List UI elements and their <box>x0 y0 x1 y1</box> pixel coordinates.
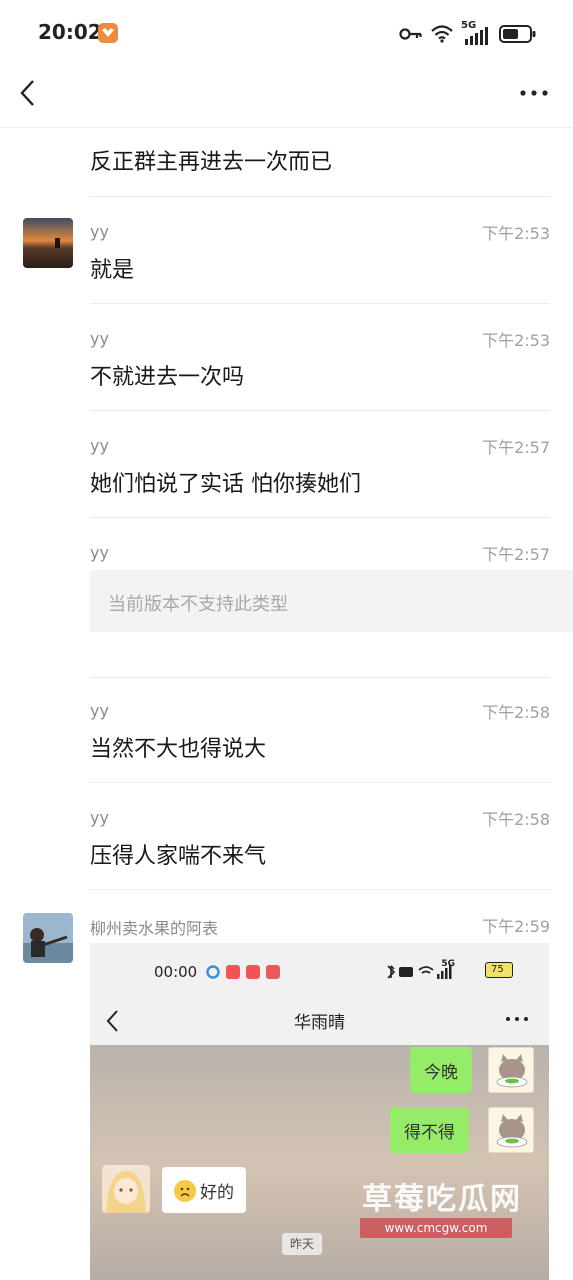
image-anime-avatar <box>102 1165 150 1213</box>
message-item[interactable]: yy 下午2:53 就是 <box>0 198 573 305</box>
back-button[interactable] <box>14 78 44 108</box>
image-date-chip: 昨天 <box>282 1233 323 1255</box>
image-battery: 75 <box>485 962 513 978</box>
image-bubble-left: 好的 <box>162 1167 246 1213</box>
app-icons <box>206 965 280 979</box>
unsupported-message-text: 当前版本不支持此类型 <box>108 594 288 615</box>
chevron-left-icon <box>20 80 34 106</box>
message-item[interactable]: yy 下午2:57 当前版本不支持此类型 <box>0 519 573 679</box>
sender-name: yy <box>90 222 109 241</box>
message-divider <box>90 410 550 411</box>
message-time: 下午2:57 <box>482 438 550 457</box>
image-nav-bar: 华雨晴 <box>90 997 549 1045</box>
message-text: 她们怕说了实话 怕你揍她们 <box>90 472 361 497</box>
status-time: 20:02 <box>38 20 102 44</box>
status-icons: 5G <box>399 20 537 46</box>
sender-name: yy <box>90 543 109 562</box>
more-dots-icon <box>520 90 548 96</box>
message-time: 下午2:59 <box>482 917 550 936</box>
image-status-time: 00:00 <box>154 963 198 981</box>
sender-name: yy <box>90 808 109 827</box>
wifi-icon <box>431 25 453 43</box>
message-text: 就是 <box>90 258 135 283</box>
sender-name: yy <box>90 436 109 455</box>
message-text: 不就进去一次吗 <box>90 365 245 390</box>
key-icon <box>399 28 422 40</box>
message-item[interactable]: yy 下午2:58 当然不大也得说大 <box>0 677 573 784</box>
status-bar: 20:02 5G <box>0 0 573 66</box>
message-text: 压得人家喘不来气 <box>90 844 267 869</box>
image-signal-label: 5G <box>441 959 455 969</box>
image-bubble-right: 得不得 <box>390 1107 469 1153</box>
unsupported-message-card[interactable]: 当前版本不支持此类型 <box>90 570 573 632</box>
cat-sticker-avatar <box>488 1047 534 1093</box>
image-chat-area: 今晚 得不得 好的 昨天 <box>90 1045 549 1280</box>
message-time: 下午2:58 <box>482 703 550 722</box>
message-text: 反正群主再进去一次而已 <box>90 150 333 175</box>
message-time: 下午2:58 <box>482 810 550 829</box>
message-divider <box>90 782 550 783</box>
message-time: 下午2:53 <box>482 224 550 243</box>
more-dots-icon <box>506 1017 528 1021</box>
image-status-bar: 00:00 5G 75 <box>90 943 549 997</box>
sender-name: yy <box>90 329 109 348</box>
message-divider <box>90 196 550 197</box>
message-divider <box>90 303 550 304</box>
message-item[interactable]: yy 下午2:57 她们怕说了实话 怕你揍她们 <box>0 412 573 519</box>
signal-icon: 5G <box>461 20 491 45</box>
image-bubble-right: 今晚 <box>410 1047 472 1093</box>
cat-sticker-avatar <box>488 1107 534 1153</box>
watermark-url: www.cmcgw.com <box>360 1218 512 1238</box>
watermark-title: 草莓吃瓜网 <box>362 1182 522 1217</box>
message-time: 下午2:53 <box>482 331 550 350</box>
message-item[interactable]: yy 下午2:53 不就进去一次吗 <box>0 305 573 412</box>
image-chat-title: 华雨晴 <box>294 1013 345 1033</box>
app-notification-icon <box>98 23 118 43</box>
top-nav-bar <box>0 66 573 128</box>
sad-face-icon <box>174 1179 196 1202</box>
avatar[interactable] <box>23 913 73 963</box>
message-divider <box>90 517 550 518</box>
avatar[interactable] <box>23 218 73 268</box>
message-time: 下午2:57 <box>482 545 550 564</box>
message-text: 当然不大也得说大 <box>90 737 267 762</box>
message-item[interactable]: yy 下午2:58 压得人家喘不来气 <box>0 784 573 891</box>
more-button[interactable] <box>519 82 549 104</box>
message-divider <box>90 889 550 890</box>
sender-name: yy <box>90 701 109 720</box>
sender-name: 柳州卖水果的阿表 <box>90 919 219 938</box>
battery-icon <box>499 25 536 43</box>
